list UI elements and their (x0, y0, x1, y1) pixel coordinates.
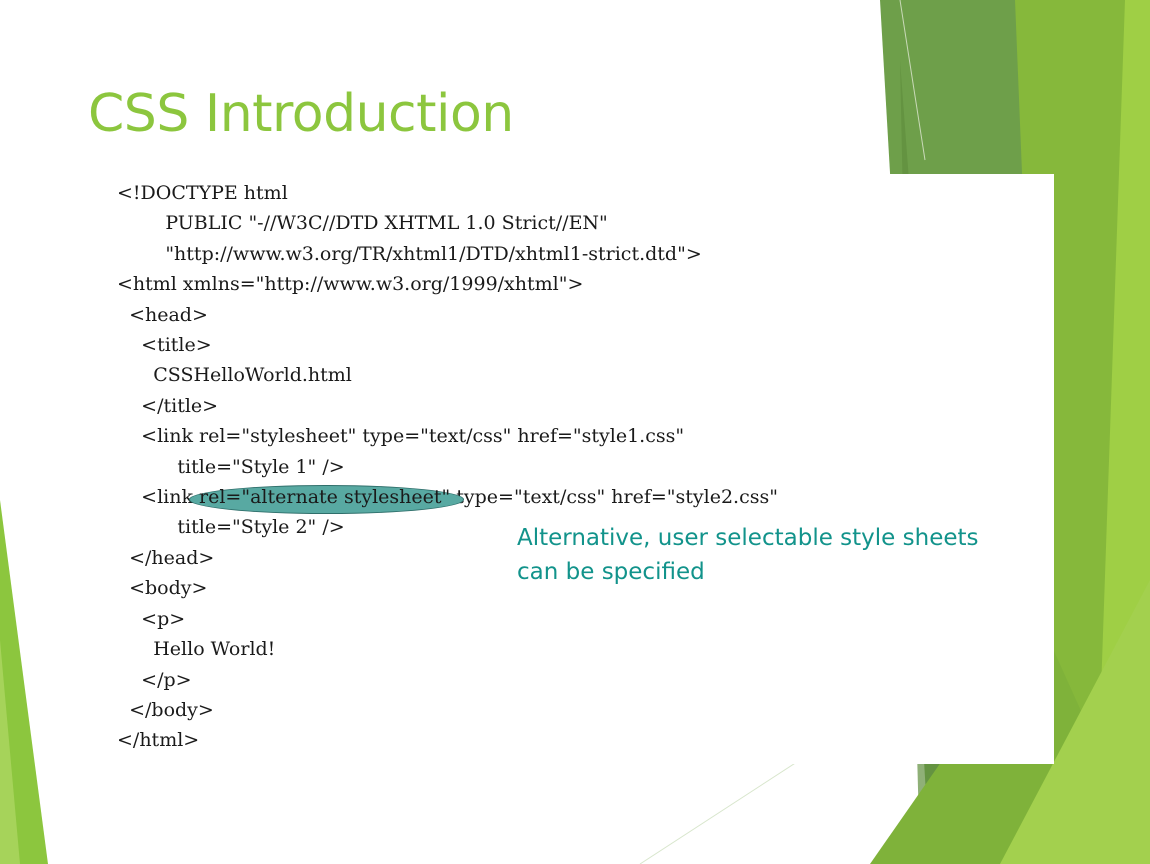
code-line: </head> (117, 546, 215, 569)
code-line: PUBLIC "-//W3C//DTD XHTML 1.0 Strict//EN… (117, 212, 608, 235)
code-line: <body> (117, 577, 208, 600)
code-line: <head> (117, 303, 208, 326)
code-line: type="text/css" href="style2.css" (450, 486, 778, 509)
highlighted-attribute: rel="alternate stylesheet" (189, 482, 465, 515)
code-line: <html xmlns="http://www.w3.org/1999/xhtm… (117, 273, 584, 296)
code-line: <title> (117, 334, 212, 357)
code-line: <p> (117, 607, 186, 630)
code-line: </title> (117, 394, 219, 417)
callout-annotation: Alternative, user selectable style sheet… (517, 521, 1057, 589)
callout-line: can be specified (517, 559, 705, 585)
code-line: "http://www.w3.org/TR/xhtml1/DTD/xhtml1-… (117, 242, 702, 265)
slide: CSS Introduction <!DOCTYPE html PUBLIC "… (0, 0, 1150, 864)
code-line: Hello World! (117, 638, 276, 661)
slide-title: CSS Introduction (88, 84, 514, 144)
callout-line: Alternative, user selectable style sheet… (517, 525, 979, 551)
code-listing: <!DOCTYPE html PUBLIC "-//W3C//DTD XHTML… (117, 178, 778, 756)
code-line: </html> (117, 729, 200, 752)
code-line: </p> (117, 668, 192, 691)
code-line: CSSHelloWorld.html (117, 364, 352, 387)
code-line: <!DOCTYPE html (117, 182, 288, 204)
code-line: <link rel="stylesheet" type="text/css" h… (117, 425, 685, 448)
code-line: </body> (117, 698, 214, 721)
code-line: title="Style 1" /> (117, 455, 345, 478)
code-line: title="Style 2" /> (117, 516, 345, 539)
code-line: <link (117, 486, 200, 509)
highlighted-attribute-text: rel="alternate stylesheet" (199, 486, 451, 509)
deco-faint-line (639, 759, 801, 864)
